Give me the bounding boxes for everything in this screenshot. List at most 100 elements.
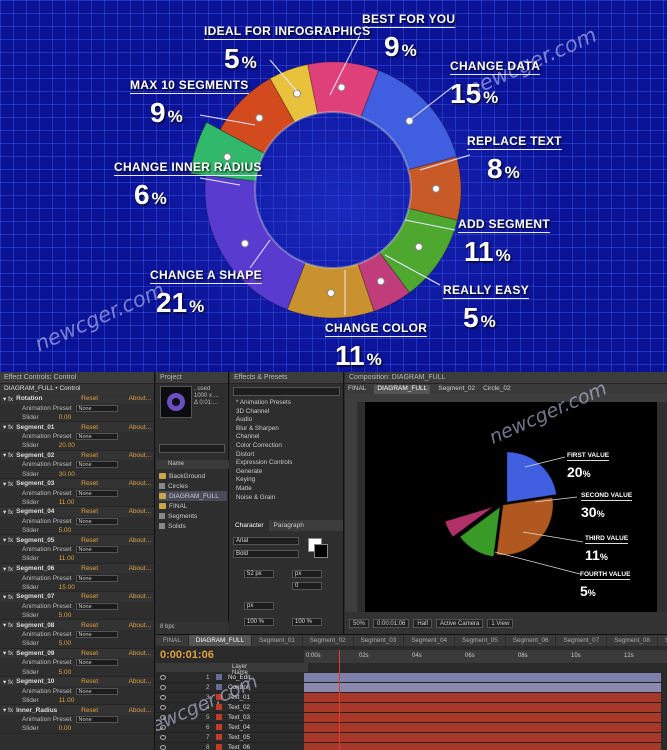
about-button[interactable]: About... bbox=[129, 650, 151, 657]
effect-toggle-icon[interactable]: ▾ fx bbox=[3, 649, 13, 657]
reset-button[interactable]: Reset bbox=[81, 622, 105, 629]
layer-duration-bar[interactable] bbox=[304, 693, 661, 703]
project-item[interactable]: DIAGRAM_FULL bbox=[159, 491, 227, 501]
slider-value[interactable]: 0.00 bbox=[59, 414, 72, 421]
comp-nav-tab[interactable]: Circle_02 bbox=[483, 385, 510, 394]
slider-value[interactable]: 20.00 bbox=[59, 442, 75, 449]
about-button[interactable]: About... bbox=[129, 480, 151, 487]
effect-toggle-icon[interactable]: ▾ fx bbox=[3, 706, 13, 714]
slider-value[interactable]: 5.00 bbox=[59, 640, 72, 647]
timeline-tab[interactable]: Segment_05 bbox=[455, 635, 506, 646]
tab-character[interactable]: Character bbox=[230, 520, 269, 531]
timeline-tab[interactable]: Segment_04 bbox=[404, 635, 456, 646]
slider-value[interactable]: 0.00 bbox=[59, 725, 72, 732]
effect-name[interactable]: Segment_07 bbox=[16, 593, 78, 600]
layer-duration-bar[interactable] bbox=[304, 743, 661, 750]
effect-name[interactable]: Segment_09 bbox=[16, 650, 78, 657]
effect-name[interactable]: Inner_Radius bbox=[16, 707, 78, 714]
visibility-eye-icon[interactable] bbox=[160, 744, 166, 750]
about-button[interactable]: About... bbox=[129, 424, 151, 431]
slider-value[interactable]: 11.00 bbox=[59, 499, 75, 506]
timeline-tab[interactable]: Se bbox=[658, 635, 667, 646]
effect-category[interactable]: Noise & Grain bbox=[230, 494, 343, 503]
font-family-select[interactable]: Arial bbox=[233, 537, 299, 545]
comp-nav-tab[interactable]: Segment_02 bbox=[438, 385, 475, 394]
preset-select[interactable]: None bbox=[75, 659, 118, 667]
reset-button[interactable]: Reset bbox=[81, 678, 105, 685]
comp-nav-tab[interactable]: FINAL bbox=[348, 385, 366, 394]
preset-select[interactable]: None bbox=[75, 517, 118, 525]
preset-select[interactable]: None bbox=[75, 461, 118, 469]
layer-duration-bar[interactable] bbox=[304, 673, 661, 683]
layer-name[interactable]: Text_04 bbox=[228, 724, 250, 731]
timeline-tab[interactable]: DIAGRAM_FULL bbox=[188, 635, 253, 646]
about-button[interactable]: About... bbox=[129, 622, 151, 629]
visibility-eye-icon[interactable] bbox=[160, 734, 166, 740]
slider-value[interactable]: 5.00 bbox=[59, 669, 72, 676]
project-item[interactable]: FINAL bbox=[159, 501, 227, 511]
effect-name[interactable]: Segment_10 bbox=[16, 678, 78, 685]
visibility-eye-icon[interactable] bbox=[160, 684, 166, 690]
preset-select[interactable]: None bbox=[75, 489, 118, 497]
leading-field[interactable]: px bbox=[292, 570, 322, 578]
view-layout-select[interactable]: 1 View bbox=[487, 618, 514, 628]
timeline-tab[interactable]: FINAL bbox=[156, 635, 189, 646]
slider-value[interactable]: 11.00 bbox=[59, 697, 75, 704]
slider-value[interactable]: 15.00 bbox=[59, 584, 75, 591]
preset-select[interactable]: None bbox=[75, 574, 118, 582]
effects-presets-tab[interactable]: Effects & Presets bbox=[230, 372, 343, 384]
effect-toggle-icon[interactable]: ▾ fx bbox=[3, 536, 13, 544]
effect-toggle-icon[interactable]: ▾ fx bbox=[3, 621, 13, 629]
vertical-scale-field[interactable]: 100 % bbox=[244, 618, 274, 626]
layer-duration-bar[interactable] bbox=[304, 713, 661, 723]
resolution-select[interactable]: Half bbox=[413, 618, 433, 628]
timeline-tab[interactable]: Segment_02 bbox=[303, 635, 354, 646]
zoom-select[interactable]: 50% bbox=[349, 618, 370, 628]
effect-category[interactable]: Matte bbox=[230, 485, 343, 494]
effect-toggle-icon[interactable]: ▾ fx bbox=[3, 508, 13, 516]
timeline-tab[interactable]: Segment_03 bbox=[354, 635, 405, 646]
preset-select[interactable]: None bbox=[75, 602, 118, 610]
timeline-tab[interactable]: Segment_08 bbox=[607, 635, 658, 646]
effect-name[interactable]: Segment_04 bbox=[16, 508, 78, 515]
preset-select[interactable]: None bbox=[75, 404, 118, 412]
reset-button[interactable]: Reset bbox=[81, 565, 105, 572]
about-button[interactable]: About... bbox=[129, 395, 151, 402]
effect-category[interactable]: Generate bbox=[230, 468, 343, 477]
preset-select[interactable]: None bbox=[75, 716, 118, 724]
project-tab[interactable]: Project bbox=[156, 372, 228, 384]
layer-duration-bar[interactable] bbox=[304, 683, 661, 693]
effect-name[interactable]: Segment_08 bbox=[16, 622, 78, 629]
stroke-color-swatch[interactable] bbox=[314, 544, 328, 558]
effect-category[interactable]: Keying bbox=[230, 476, 343, 485]
layer-label-color[interactable] bbox=[216, 714, 222, 721]
project-item[interactable]: Circles bbox=[159, 481, 227, 491]
effect-category[interactable]: Color Correction bbox=[230, 442, 343, 451]
project-item[interactable]: Segments bbox=[159, 511, 227, 521]
effect-category[interactable]: Channel bbox=[230, 433, 343, 442]
about-button[interactable]: About... bbox=[129, 508, 151, 515]
comp-nav-tab[interactable]: DIAGRAM_FULL bbox=[374, 385, 431, 394]
layer-name[interactable]: Text_03 bbox=[228, 714, 250, 721]
about-button[interactable]: About... bbox=[129, 452, 151, 459]
timeline-tab[interactable]: Segment_01 bbox=[252, 635, 303, 646]
effect-controls-tab[interactable]: Effect Controls: Control bbox=[0, 372, 154, 384]
reset-button[interactable]: Reset bbox=[81, 452, 105, 459]
timeline-layer-row[interactable]: 8 Text_06 bbox=[156, 743, 304, 750]
slider-value[interactable]: 5.00 bbox=[59, 612, 72, 619]
timeline-ruler[interactable]: 0:00s 02s 04s 06s 08s 10s 12s bbox=[304, 650, 667, 663]
reset-button[interactable]: Reset bbox=[81, 424, 105, 431]
baseline-field[interactable]: px bbox=[244, 602, 274, 610]
effect-category[interactable]: * Animation Presets bbox=[230, 399, 343, 408]
effects-search-input[interactable] bbox=[233, 387, 340, 396]
reset-button[interactable]: Reset bbox=[81, 650, 105, 657]
composition-canvas[interactable]: newcger.com FIRST VALUE 20% SECOND VALUE… bbox=[365, 377, 657, 612]
layer-duration-bar[interactable] bbox=[304, 723, 661, 733]
layer-label-color[interactable] bbox=[216, 744, 222, 750]
project-footer-bpc[interactable]: 8 bpc bbox=[156, 622, 229, 634]
about-button[interactable]: About... bbox=[129, 593, 151, 600]
layer-label-color[interactable] bbox=[216, 734, 222, 741]
effect-category[interactable]: Blur & Sharpen bbox=[230, 425, 343, 434]
timeline-tab[interactable]: Segment_07 bbox=[556, 635, 608, 646]
effect-toggle-icon[interactable]: ▾ fx bbox=[3, 565, 13, 573]
